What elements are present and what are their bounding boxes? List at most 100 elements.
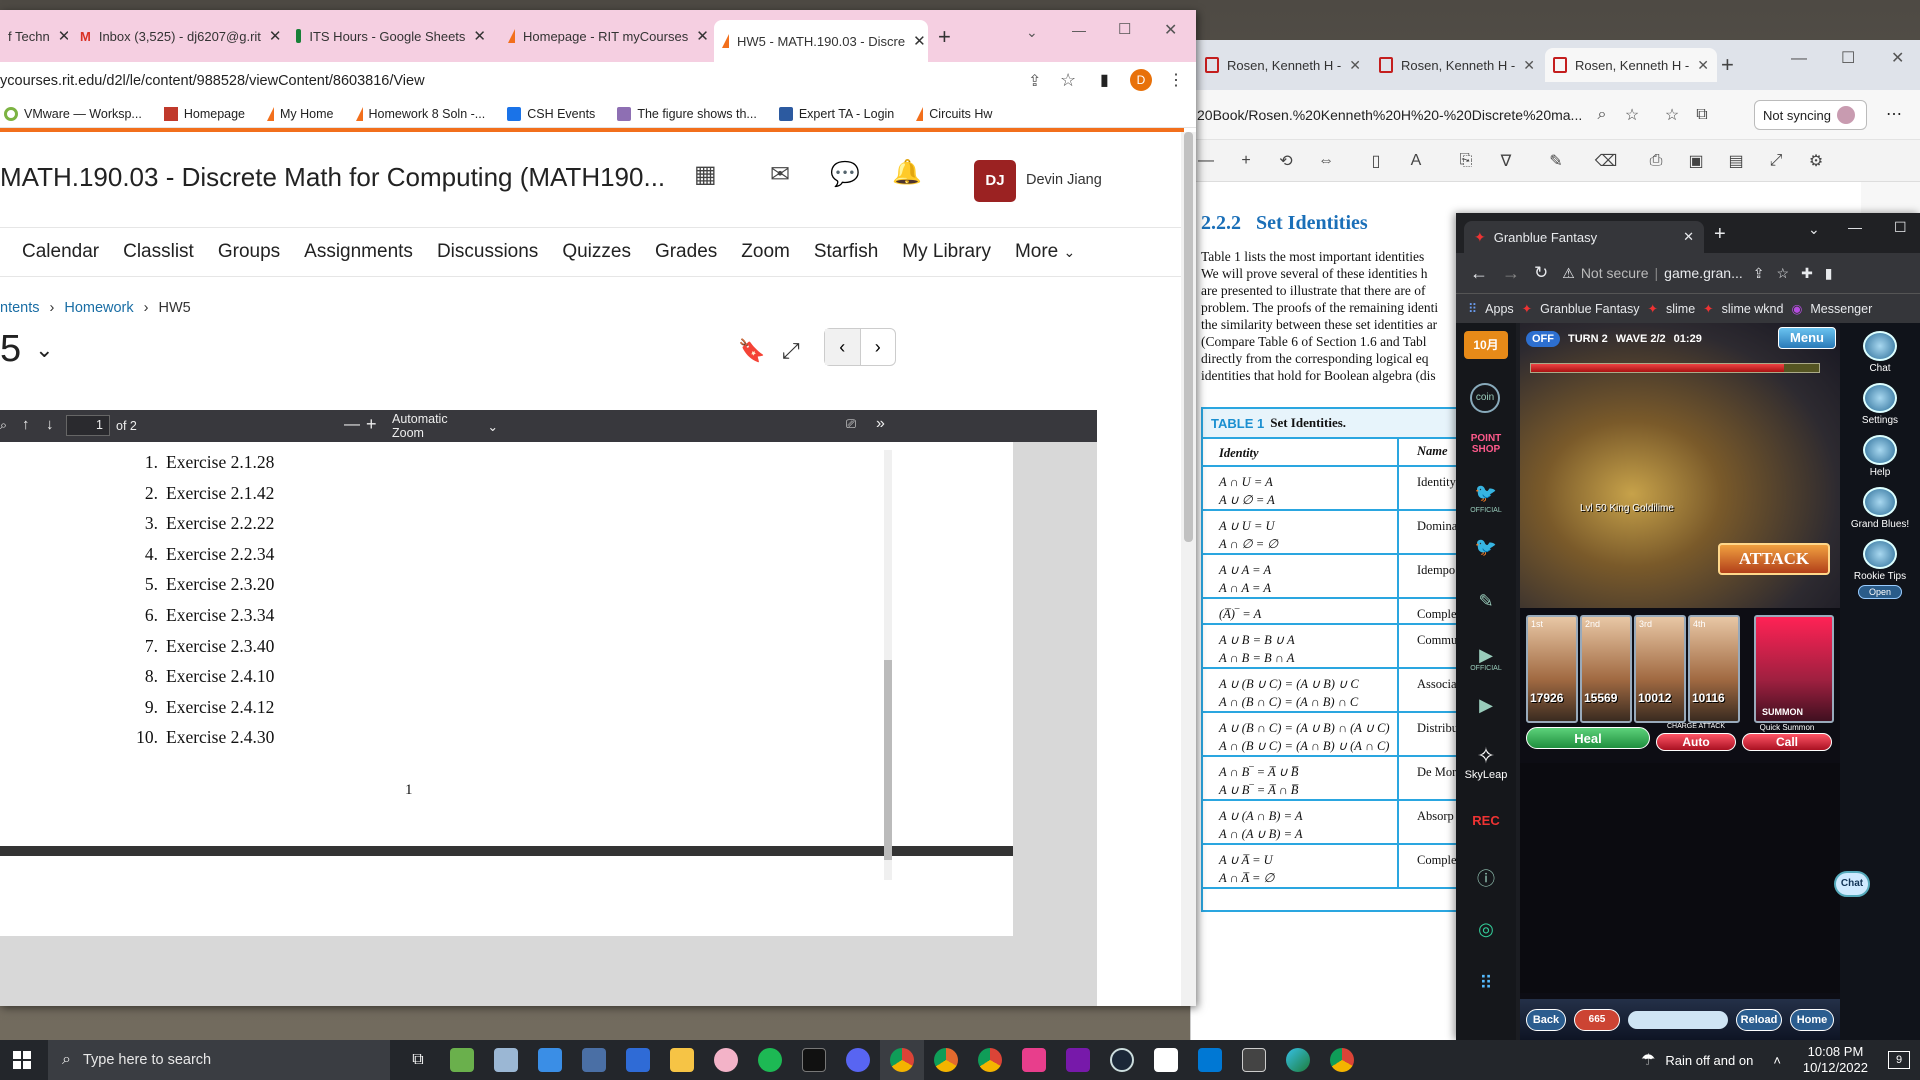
- search-icon[interactable]: ⌕: [0, 418, 7, 433]
- course-title[interactable]: MATH.190.03 - Discrete Math for Computin…: [0, 162, 665, 193]
- reload-icon[interactable]: ↻: [1534, 263, 1548, 283]
- fullscreen-icon[interactable]: ⤢: [782, 338, 800, 364]
- previous-page-icon[interactable]: ↑: [22, 416, 30, 433]
- nav-discussions[interactable]: Discussions: [437, 241, 538, 263]
- chrome-alt-icon[interactable]: [968, 1040, 1012, 1080]
- page-scrollbar[interactable]: [1181, 132, 1196, 1006]
- onenote-icon[interactable]: [1056, 1040, 1100, 1080]
- calendar-icon[interactable]: 10月: [1464, 331, 1508, 359]
- zoom-icon[interactable]: ⌕: [1587, 100, 1617, 130]
- edge-tab-2[interactable]: Rosen, Kenneth H - ✕: [1371, 48, 1543, 82]
- favorite-star-icon[interactable]: ☆: [1617, 100, 1647, 130]
- chevron-down-icon[interactable]: ⌄: [1026, 24, 1038, 41]
- nav-starfish[interactable]: Starfish: [814, 241, 878, 263]
- bookmark-circuits[interactable]: Circuits Hw: [916, 106, 992, 121]
- new-tab-button[interactable]: +: [938, 24, 951, 50]
- close-window-button[interactable]: ✕: [1164, 20, 1177, 40]
- maximize-button[interactable]: ☐: [1118, 20, 1131, 38]
- bell-icon[interactable]: 🔔: [892, 158, 922, 187]
- viewer-scrollbar[interactable]: [884, 450, 892, 880]
- profile-avatar[interactable]: D: [1130, 69, 1152, 91]
- nav-zoom[interactable]: Zoom: [741, 241, 790, 263]
- sidebar-icon[interactable]: ▮: [1100, 70, 1109, 90]
- youtube-icon[interactable]: ▶: [1464, 695, 1508, 716]
- party-member-2[interactable]: 2nd 15569: [1580, 615, 1632, 723]
- close-icon[interactable]: ✕: [473, 27, 486, 45]
- star-icon[interactable]: ☆: [1060, 70, 1076, 91]
- sync-button[interactable]: Not syncing: [1754, 100, 1867, 130]
- spotify-icon[interactable]: [748, 1040, 792, 1080]
- folder-icon[interactable]: [660, 1040, 704, 1080]
- chevron-up-icon[interactable]: ˄: [1773, 1053, 1781, 1068]
- zoom-select[interactable]: Automatic Zoom ⌄: [388, 412, 498, 440]
- bookmark-expert-ta[interactable]: Expert TA - Login: [778, 106, 894, 121]
- minimize-button[interactable]: —: [1848, 219, 1862, 235]
- close-icon[interactable]: ✕: [1697, 57, 1709, 74]
- settings-icon[interactable]: ⚙: [1801, 146, 1831, 176]
- print-icon[interactable]: ⎙: [1641, 146, 1671, 176]
- record-button[interactable]: REC: [1464, 813, 1508, 828]
- tools-icon[interactable]: »: [876, 415, 885, 433]
- share-icon[interactable]: ⇪: [1028, 71, 1041, 91]
- tab-gmail[interactable]: M Inbox (3,525) - dj6207@g.rit ✕: [72, 20, 282, 52]
- page-number-input[interactable]: 1: [66, 415, 110, 436]
- tab-homepage[interactable]: Homepage - RIT myCourses ✕: [500, 20, 710, 52]
- previous-button[interactable]: ‹: [825, 329, 861, 365]
- coin-icon[interactable]: coin: [1470, 383, 1500, 413]
- teams-icon[interactable]: [1012, 1040, 1056, 1080]
- bookmark-homepage[interactable]: Homepage: [163, 106, 245, 121]
- bookmark-my-home[interactable]: My Home: [267, 106, 334, 121]
- account-icon[interactable]: ◎: [1464, 919, 1508, 940]
- windows-start-icon[interactable]: [0, 1040, 44, 1080]
- message-icon[interactable]: 💬: [830, 160, 860, 189]
- new-tab-button[interactable]: +: [1721, 52, 1734, 78]
- back-icon[interactable]: ←: [1470, 263, 1488, 284]
- notion-icon[interactable]: [1144, 1040, 1188, 1080]
- attack-button[interactable]: ATTACK: [1718, 543, 1830, 575]
- grid-icon[interactable]: ⠿: [1464, 973, 1508, 994]
- edge-tab-1[interactable]: Rosen, Kenneth H - ✕: [1197, 48, 1369, 82]
- text-icon[interactable]: ⎘: [1451, 146, 1481, 176]
- zoom-in-icon[interactable]: +: [366, 414, 377, 435]
- help-menu-item[interactable]: Help: [1850, 435, 1910, 478]
- charge-attack-button[interactable]: Auto: [1656, 733, 1736, 751]
- task-view-icon[interactable]: ⧉: [396, 1040, 440, 1080]
- steam-icon[interactable]: [1100, 1040, 1144, 1080]
- youtube-icon[interactable]: ▶: [1464, 645, 1508, 666]
- chat-menu-item[interactable]: Chat: [1850, 331, 1910, 374]
- party-member-1[interactable]: 1st 17926: [1526, 615, 1578, 723]
- apps-icon[interactable]: ⠿: [1468, 301, 1477, 316]
- nav-classlist[interactable]: Classlist: [123, 241, 194, 263]
- chat-bubble-button[interactable]: Chat: [1834, 871, 1870, 897]
- bookmark-vmware[interactable]: VMware — Worksp...: [4, 106, 142, 121]
- zoom-out-icon[interactable]: —: [344, 416, 360, 434]
- twitter-icon[interactable]: 🐦: [1464, 483, 1508, 504]
- close-icon[interactable]: ✕: [1349, 57, 1361, 74]
- party-member-4[interactable]: 4th 10116: [1688, 615, 1740, 723]
- bookmark-messenger[interactable]: Messenger: [1810, 302, 1872, 316]
- collections-icon[interactable]: ⧉: [1687, 100, 1717, 130]
- mail-icon[interactable]: ✉: [770, 160, 790, 189]
- pdf-viewer-canvas[interactable]: 1. Exercise 2.1.28 2. Exercise 2.1.42 3. Exer…: [0, 442, 1097, 1006]
- star-icon[interactable]: ☆: [1777, 265, 1790, 282]
- edit-icon[interactable]: ✎: [1464, 591, 1508, 612]
- notification-center-icon[interactable]: 9: [1888, 1051, 1910, 1069]
- tab-hw5-active[interactable]: HW5 - MATH.190.03 - Discre ✕: [714, 20, 928, 62]
- close-icon[interactable]: ✕: [913, 32, 926, 50]
- read-aloud-icon[interactable]: A: [1401, 146, 1431, 176]
- store-icon[interactable]: [528, 1040, 572, 1080]
- vscode-icon[interactable]: [1188, 1040, 1232, 1080]
- bookmark-figure[interactable]: The figure shows th...: [617, 106, 757, 121]
- highlight-icon[interactable]: ✎: [1541, 146, 1571, 176]
- settings-menu-item[interactable]: Settings: [1850, 383, 1910, 426]
- url-field[interactable]: ycourses.rit.edu/d2l/le/content/988528/v…: [0, 73, 1000, 89]
- erase-icon[interactable]: ⌫: [1591, 146, 1621, 176]
- gbf-tab[interactable]: ✦ Granblue Fantasy ✕: [1464, 221, 1704, 253]
- file-explorer-alt-icon[interactable]: [484, 1040, 528, 1080]
- more-icon[interactable]: ⋯: [1886, 104, 1902, 124]
- bookmark-homework8[interactable]: Homework 8 Soln -...: [355, 106, 485, 121]
- share-icon[interactable]: ⇪: [1753, 265, 1765, 282]
- fit-page-icon[interactable]: ⇔: [1311, 146, 1341, 176]
- calendar-app-icon[interactable]: [616, 1040, 660, 1080]
- close-icon[interactable]: ✕: [58, 27, 68, 45]
